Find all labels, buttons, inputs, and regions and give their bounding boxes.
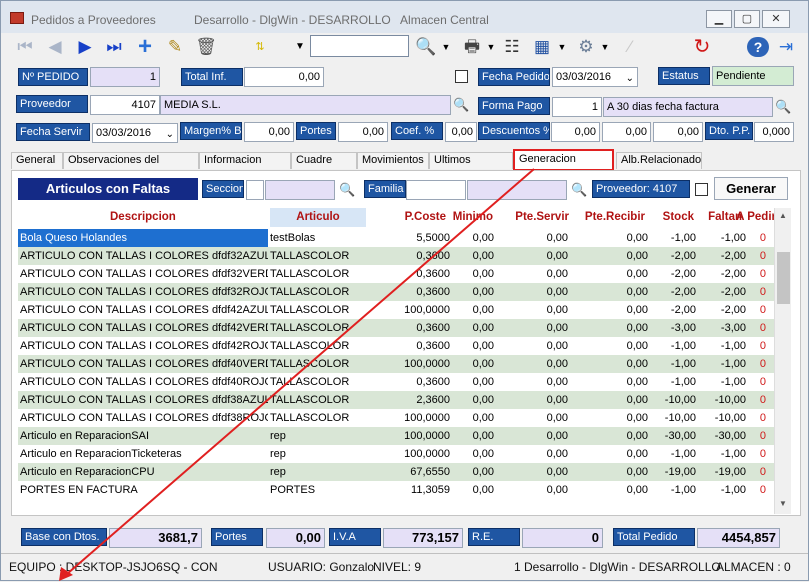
annotation-arrow bbox=[59, 168, 535, 581]
main-window: Pedidos a Proveedores Desarrollo - DlgWi… bbox=[0, 0, 809, 581]
